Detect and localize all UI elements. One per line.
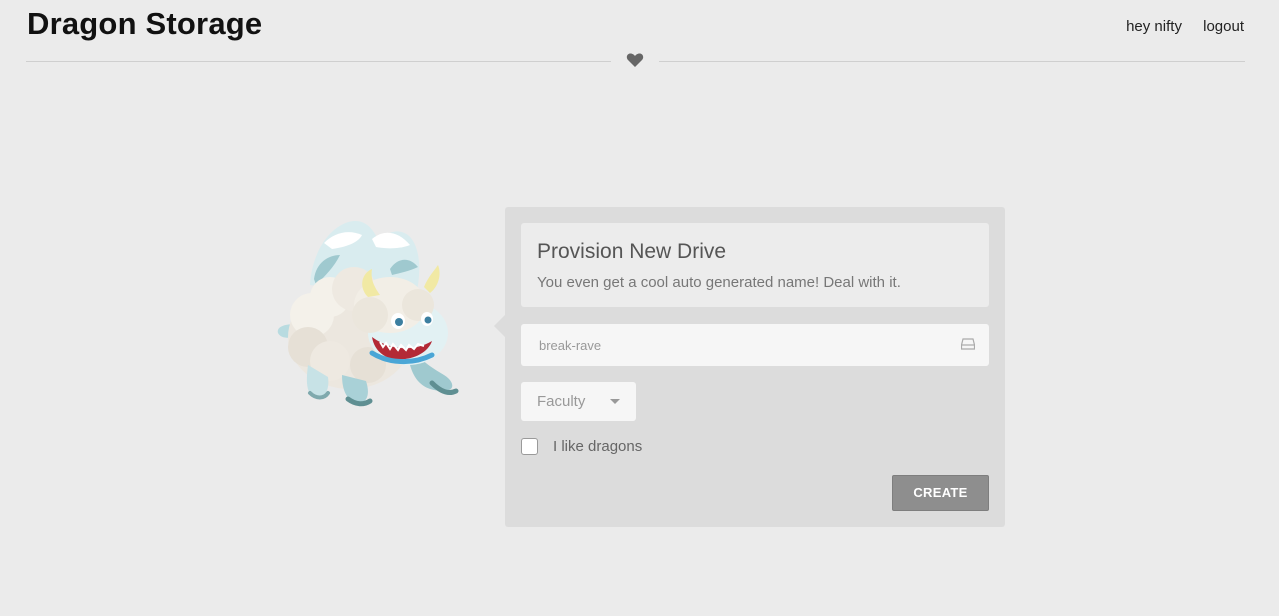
divider-left [26,61,611,62]
logout-link[interactable]: logout [1203,18,1244,35]
top-nav: hey nifty logout [1109,18,1244,35]
form-subtitle: You even get a cool auto generated name!… [537,274,901,291]
role-select-value: Faculty [537,393,586,410]
chevron-down-icon [610,399,620,404]
user-greeting-link[interactable]: hey nifty [1126,18,1182,35]
create-button[interactable]: CREATE [892,475,989,511]
form-title: Provision New Drive [537,240,727,263]
dragon-illustration [277,220,459,407]
panel-pointer [494,315,505,337]
header: Dragon Storage hey nifty logout [0,0,1279,80]
dragons-checkbox[interactable] [521,438,538,455]
provision-panel: Provision New Drive You even get a cool … [494,207,1005,527]
heart-icon [626,53,644,67]
divider-right [659,61,1245,62]
drive-icon [961,338,975,350]
role-select[interactable]: Faculty [521,382,636,421]
info-box: Provision New Drive You even get a cool … [521,223,989,307]
brand-title[interactable]: Dragon Storage [27,6,262,42]
drive-name-field[interactable]: break-rave [521,324,989,366]
drive-name-value: break-rave [539,338,602,353]
dragons-checkbox-label[interactable]: I like dragons [553,438,642,455]
